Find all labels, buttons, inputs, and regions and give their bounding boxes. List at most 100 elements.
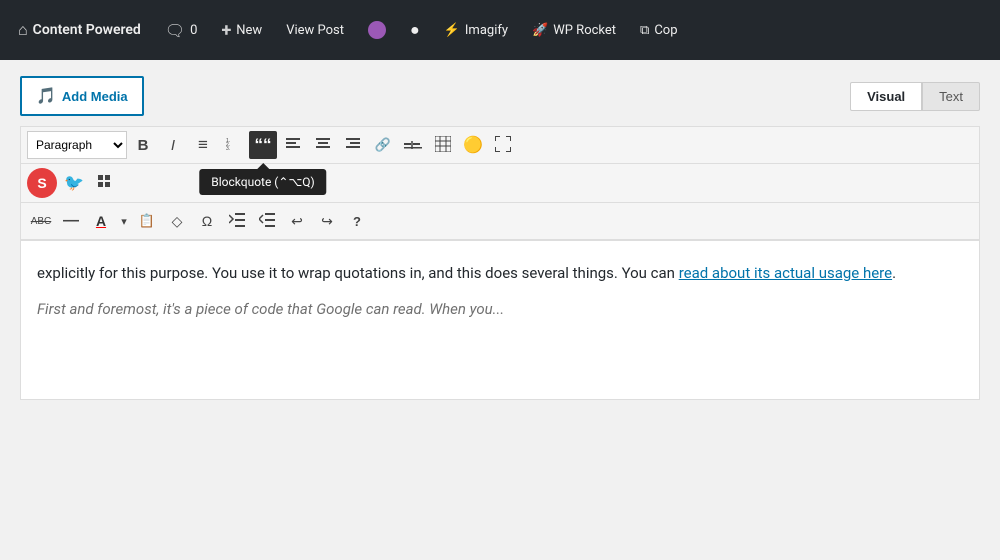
hr-button[interactable]: —	[57, 207, 85, 235]
new-label: New	[236, 23, 262, 38]
twitter-icon: 🐦	[64, 173, 84, 193]
align-center-button[interactable]	[309, 131, 337, 159]
tab-text[interactable]: Text	[922, 82, 980, 111]
bold-button[interactable]: B	[129, 131, 157, 159]
more-button[interactable]	[399, 131, 427, 159]
plus-icon: +	[221, 20, 231, 41]
para1-end: .	[892, 264, 896, 282]
sticker-icon: 🟡	[463, 135, 483, 155]
yoast-icon	[368, 21, 386, 39]
add-media-label: Add Media	[62, 89, 128, 104]
toolbar-row-3: ABC — A ▾ 📋 ◇ Ω	[21, 203, 979, 240]
content-paragraph-2: First and foremost, it's a piece of code…	[37, 297, 963, 321]
toolbar-row-1: Paragraph Heading 1 Heading 2 Heading 3 …	[21, 127, 979, 164]
grid-icon	[98, 175, 112, 192]
ol-button[interactable]: 1.2.3.	[219, 131, 247, 159]
rocket-icon: 🚀	[532, 23, 548, 38]
grammarly-button[interactable]: S	[27, 168, 57, 198]
wprocket-label: WP Rocket	[553, 23, 616, 38]
format-select[interactable]: Paragraph Heading 1 Heading 2 Heading 3 …	[27, 131, 127, 159]
fullscreen-button[interactable]	[489, 131, 517, 159]
strikethrough-icon: ABC	[31, 216, 52, 227]
site-name: Content Powered	[33, 22, 141, 38]
align-left-icon	[286, 137, 300, 153]
admin-bar-wprocket[interactable]: 🚀 WP Rocket	[522, 0, 626, 60]
blockquote-icon: ““	[255, 135, 272, 155]
align-right-icon	[346, 137, 360, 153]
copy-icon: ⧉	[640, 23, 649, 38]
comment-count: 0	[190, 23, 197, 38]
ul-icon: ≡	[198, 135, 208, 155]
editor-content[interactable]: explicitly for this purpose. You use it …	[20, 240, 980, 400]
text-color-button[interactable]: A	[87, 207, 115, 235]
bold-icon: B	[138, 137, 149, 154]
add-media-icon: 🎵	[36, 86, 56, 106]
outdent-button[interactable]	[253, 207, 281, 235]
link-button[interactable]: 🔗	[369, 131, 397, 159]
link-icon: 🔗	[375, 137, 391, 153]
help-button[interactable]: ?	[343, 207, 371, 235]
text-color-icon: A	[96, 213, 106, 229]
fullscreen-icon	[495, 136, 511, 155]
admin-bar-imagify[interactable]: ⚡ Imagify	[434, 0, 518, 60]
paste-text-button[interactable]: 📋	[133, 207, 161, 235]
editor-mode-tabs: Visual Text	[850, 82, 980, 111]
admin-bar-copy[interactable]: ⧉ Cop	[630, 0, 687, 60]
table-button[interactable]	[429, 131, 457, 159]
italic-icon: I	[171, 137, 175, 154]
admin-bar: ⌂ Content Powered 🗨 0 + New View Post ● …	[0, 0, 1000, 60]
redo-button[interactable]: ↪	[313, 207, 341, 235]
paste-icon: 📋	[139, 213, 155, 229]
admin-bar-comments[interactable]: 🗨 0	[155, 0, 208, 60]
undo-button[interactable]: ↩	[283, 207, 311, 235]
color-drop-icon: ▾	[121, 215, 127, 228]
editor-top-row: 🎵 Add Media Visual Text	[20, 76, 980, 116]
ul-button[interactable]: ≡	[189, 131, 217, 159]
align-center-icon	[316, 137, 330, 153]
help-icon: ?	[353, 214, 361, 229]
imagify-label: Imagify	[465, 23, 508, 38]
copy-label: Cop	[654, 23, 677, 38]
imagify-icon: ⚡	[444, 23, 460, 38]
strikethrough-button[interactable]: ABC	[27, 207, 55, 235]
indent-button[interactable]	[223, 207, 251, 235]
indent-icon	[229, 213, 245, 230]
admin-bar-view-post[interactable]: View Post	[276, 0, 354, 60]
editor-area: 🎵 Add Media Visual Text Paragraph Headin…	[0, 60, 1000, 560]
table-icon	[435, 136, 451, 155]
tab-visual[interactable]: Visual	[850, 82, 922, 111]
comment-icon: 🗨	[165, 21, 185, 40]
align-right-button[interactable]	[339, 131, 367, 159]
home-icon: ⌂	[18, 20, 28, 40]
outdent-icon	[259, 213, 275, 230]
twitter-button[interactable]: 🐦	[59, 168, 89, 198]
redo-icon: ↪	[321, 213, 333, 230]
add-media-button[interactable]: 🎵 Add Media	[20, 76, 144, 116]
admin-bar-home[interactable]: ⌂ Content Powered	[8, 0, 151, 60]
omega-icon: Ω	[202, 213, 212, 229]
svg-text:3.: 3.	[226, 146, 230, 151]
editor-toolbar: Paragraph Heading 1 Heading 2 Heading 3 …	[20, 126, 980, 240]
eraser-icon: ◇	[172, 213, 183, 230]
admin-bar-new[interactable]: + New	[211, 0, 272, 60]
admin-bar-dot[interactable]: ●	[400, 0, 430, 60]
align-left-button[interactable]	[279, 131, 307, 159]
color-drop-button[interactable]: ▾	[117, 207, 131, 235]
italic-button[interactable]: I	[159, 131, 187, 159]
content-paragraph-1: explicitly for this purpose. You use it …	[37, 261, 963, 285]
more-icon	[404, 137, 422, 153]
hr-icon: —	[63, 212, 79, 230]
blockquote-button[interactable]: ““	[249, 131, 277, 159]
special-chars-button[interactable]: Ω	[193, 207, 221, 235]
sticker-button[interactable]: 🟡	[459, 131, 487, 159]
admin-bar-yoast[interactable]	[358, 0, 396, 60]
toolbar-row-2: S 🐦	[21, 164, 979, 203]
view-post-label: View Post	[286, 23, 344, 38]
grid-view-button[interactable]	[91, 169, 119, 197]
blockquote-wrap: ““ Blockquote (⌃⌥Q)	[249, 131, 277, 159]
para1-link[interactable]: read about its actual usage here	[679, 264, 892, 282]
grammarly-icon: S	[37, 175, 46, 191]
para1-text: explicitly for this purpose. You use it …	[37, 264, 679, 282]
clear-format-button[interactable]: ◇	[163, 207, 191, 235]
dot-icon: ●	[410, 20, 420, 40]
